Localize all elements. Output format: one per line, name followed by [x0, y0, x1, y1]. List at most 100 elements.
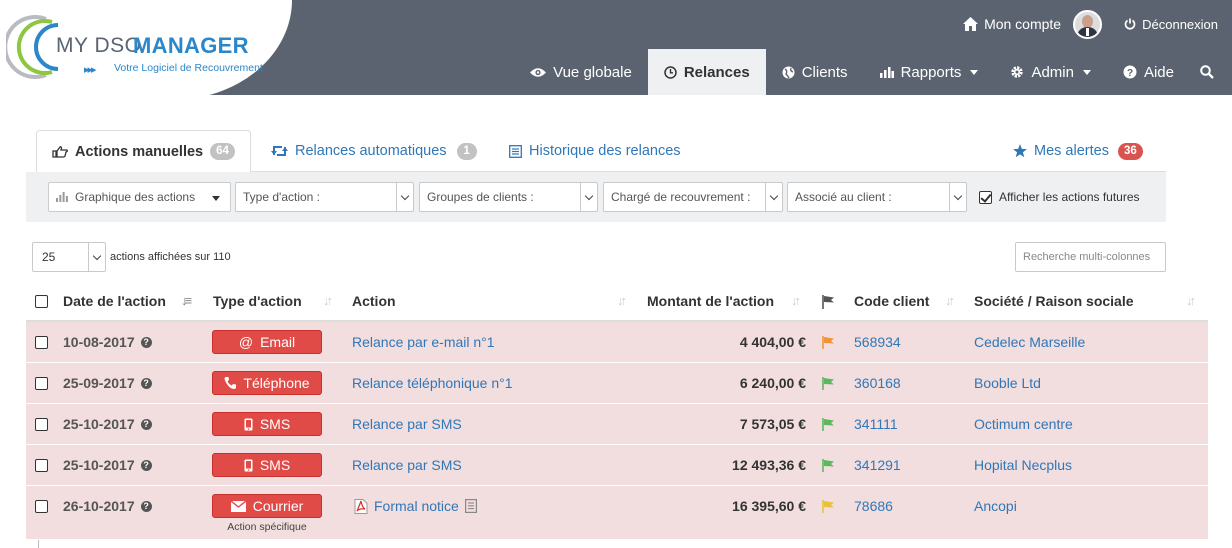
green-flag-icon [822, 418, 834, 431]
nav-admin[interactable]: Admin [994, 49, 1107, 95]
sort-desc-icon[interactable]: ↓≡ [181, 293, 192, 308]
company-link[interactable]: Ancopi [974, 498, 1017, 514]
logout-link[interactable]: Déconnexion [1124, 17, 1218, 32]
chevron-down-icon [580, 183, 597, 211]
record-count-info: actions affichées sur 110 [110, 251, 231, 263]
action-amount: 16 395,60 € [732, 498, 806, 514]
action-link[interactable]: Relance par SMS [352, 416, 462, 432]
tab-relances-automatiques[interactable]: Relances automatiques 1 [271, 130, 477, 172]
bar-chart-icon [56, 192, 68, 202]
action-amount: 6 240,00 € [739, 375, 806, 391]
retweet-icon [271, 146, 288, 156]
orange-flag-icon [822, 336, 834, 349]
sort-icon[interactable]: ↓↑ [323, 293, 333, 308]
company-link[interactable]: Hopital Necplus [974, 457, 1072, 473]
client-select[interactable]: Associé au client : [787, 182, 967, 212]
action-link[interactable]: Relance téléphonique n°1 [352, 375, 513, 391]
client-code-link[interactable]: 568934 [854, 334, 901, 350]
company-link[interactable]: Octimum centre [974, 416, 1073, 432]
nav-vue-globale[interactable]: Vue globale [514, 49, 648, 95]
avatar[interactable] [1073, 9, 1103, 39]
nav-label: Rapports [900, 63, 962, 81]
action-date: 25-10-2017? [63, 457, 152, 473]
star-icon [1013, 144, 1027, 158]
app-header: MY DSO MANAGER ▸▸▸ Votre Logiciel de Rec… [0, 0, 1232, 100]
help-icon[interactable]: ? [140, 500, 152, 512]
bar-chart-icon [879, 67, 894, 78]
nav-label: Vue globale [553, 63, 632, 81]
action-type-button[interactable]: Courrier [212, 494, 322, 518]
action-type-button[interactable]: SMS [212, 412, 322, 436]
action-link[interactable]: Relance par SMS [352, 457, 462, 473]
row-checkbox[interactable] [35, 500, 48, 513]
nav-clients[interactable]: Clients [766, 49, 864, 95]
pdf-icon[interactable] [354, 498, 368, 514]
table-row[interactable]: 26-10-2017? Courrier Action spécifique F… [26, 486, 1208, 540]
company-link[interactable]: Cedelec Marseille [974, 334, 1085, 350]
row-checkbox[interactable] [35, 336, 48, 349]
sort-icon[interactable]: ↓↑ [617, 293, 627, 308]
tab-mes-alertes[interactable]: Mes alertes 36 [1013, 130, 1143, 172]
action-type-button[interactable]: Téléphone [212, 371, 322, 395]
groups-select[interactable]: Groupes de clients : [419, 182, 598, 212]
client-code-link[interactable]: 360168 [854, 375, 901, 391]
logo-text-manager: MANAGER [133, 33, 249, 58]
account-link[interactable]: Mon compte [963, 9, 1103, 39]
sort-icon[interactable]: ↓↑ [791, 293, 801, 308]
help-icon[interactable]: ? [140, 377, 152, 389]
select-all-checkbox[interactable] [35, 295, 48, 308]
col-company[interactable]: Société / Raison sociale [974, 293, 1134, 309]
help-icon[interactable]: ? [140, 459, 152, 471]
owner-select[interactable]: Chargé de recouvrement : [603, 182, 783, 212]
future-actions-checkbox[interactable] [979, 190, 992, 204]
table-row[interactable]: 25-10-2017? SMS Relance par SMS 12 493,3… [26, 445, 1208, 486]
help-icon[interactable]: ? [140, 418, 152, 430]
phone-icon [224, 377, 237, 389]
col-type[interactable]: Type d'action [213, 293, 302, 309]
action-link[interactable]: Relance par e-mail n°1 [352, 334, 495, 350]
nav-label: Admin [1031, 63, 1074, 81]
multi-column-search-input[interactable] [1015, 242, 1166, 272]
power-icon [1124, 18, 1136, 30]
tab-label: Historique des relances [529, 143, 681, 159]
table-row[interactable]: 25-10-2017? SMS Relance par SMS 7 573,05… [26, 404, 1208, 445]
sort-icon[interactable]: ↓↑ [945, 293, 955, 308]
col-code[interactable]: Code client [854, 293, 929, 309]
document-icon[interactable] [464, 499, 477, 513]
nav-relances[interactable]: Relances [647, 49, 766, 95]
company-link[interactable]: Booble Ltd [974, 375, 1041, 391]
help-icon[interactable]: ? [140, 336, 152, 348]
page-length-select[interactable]: 25 [32, 242, 106, 272]
sort-icon[interactable]: ↓↑ [1186, 293, 1196, 308]
nav-rapports[interactable]: Rapports [864, 49, 995, 95]
row-checkbox[interactable] [35, 418, 48, 431]
action-type-button[interactable]: SMS [212, 453, 322, 477]
nav-search[interactable] [1190, 49, 1232, 95]
relance-tabs: Actions manuelles 64 Relances automatiqu… [36, 130, 1166, 173]
flag-header-icon[interactable] [822, 295, 835, 309]
chevron-down-icon [765, 183, 782, 211]
type-select[interactable]: Type d'action : [235, 182, 414, 212]
table-row[interactable]: 25-09-2017? Téléphone Relance téléphoniq… [26, 363, 1208, 404]
gear-icon [1011, 66, 1024, 78]
client-code-link[interactable]: 341111 [854, 416, 898, 432]
col-date[interactable]: Date de l'action [63, 293, 166, 309]
chart-dropdown-button[interactable]: Graphique des actions [48, 182, 231, 212]
client-code-link[interactable]: 78686 [854, 498, 893, 514]
row-checkbox[interactable] [35, 377, 48, 390]
col-amount[interactable]: Montant de l'action [647, 293, 774, 309]
table-row[interactable]: 10-08-2017? @ Email Relance par e-mail n… [26, 322, 1208, 363]
action-link[interactable]: Formal notice [374, 498, 459, 514]
nav-aide[interactable]: ? Aide [1107, 49, 1190, 95]
col-action[interactable]: Action [352, 293, 396, 309]
logo[interactable]: MY DSO MANAGER ▸▸▸ Votre Logiciel de Rec… [0, 0, 292, 100]
client-code-link[interactable]: 341291 [854, 457, 901, 473]
list-icon [509, 144, 522, 158]
row-checkbox[interactable] [35, 459, 48, 472]
action-type-button[interactable]: @ Email [212, 330, 322, 354]
nav-label: Relances [683, 63, 750, 81]
alerts-badge: 36 [1117, 142, 1143, 160]
future-actions-toggle[interactable]: Afficher les actions futures [979, 190, 1140, 204]
tab-actions-manuelles[interactable]: Actions manuelles 64 [36, 130, 251, 173]
tab-historique[interactable]: Historique des relances [509, 130, 681, 172]
